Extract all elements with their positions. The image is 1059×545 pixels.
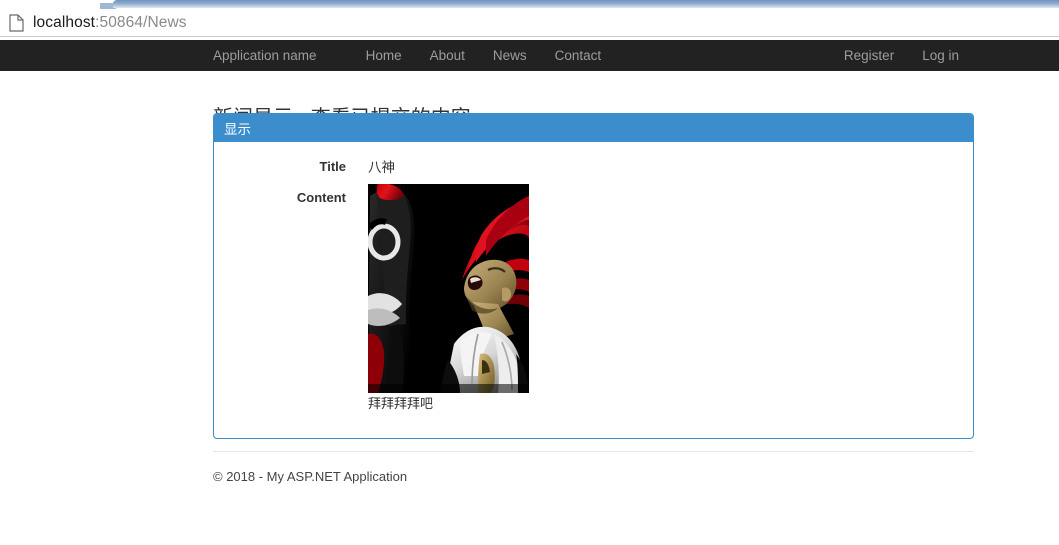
- page-document-icon: [9, 13, 24, 32]
- panel-heading-label: 显示: [224, 122, 251, 137]
- nav-link-news[interactable]: News: [479, 48, 541, 63]
- field-value-content: 拜拜拜拜吧: [346, 184, 529, 412]
- field-row-content: Content 拜拜拜拜吧: [214, 184, 973, 412]
- navbar-brand[interactable]: Application name: [213, 48, 332, 63]
- navbar-left-group: Application name Home About News Contact: [213, 40, 615, 71]
- nav-link-register[interactable]: Register: [830, 48, 908, 63]
- footer-divider: [213, 451, 974, 452]
- nav-link-home[interactable]: Home: [352, 48, 416, 63]
- browser-tab-strip: [0, 0, 1059, 9]
- panel-heading: 显示: [214, 114, 973, 142]
- nav-link-login[interactable]: Log in: [908, 48, 973, 63]
- address-bar-url[interactable]: localhost:50864/News: [33, 14, 187, 32]
- field-label-content: Content: [296, 190, 346, 205]
- browser-address-bar[interactable]: localhost:50864/News: [0, 9, 1059, 37]
- browser-tab-fill[interactable]: [113, 0, 1059, 8]
- footer-text: © 2018 - My ASP.NET Application: [213, 469, 408, 484]
- navbar-right-group: Register Log in: [830, 40, 973, 71]
- display-panel: 显示 Title 八神 Content 拜拜拜拜吧: [213, 113, 974, 439]
- news-image-caption: 拜拜拜拜吧: [368, 396, 434, 411]
- address-bar-path: :50864/News: [95, 13, 187, 31]
- address-bar-host: localhost: [33, 13, 96, 31]
- field-label-title: Title: [319, 159, 347, 174]
- nav-link-about[interactable]: About: [416, 48, 479, 63]
- field-row-title: Title 八神: [214, 156, 973, 176]
- panel-body: Title 八神 Content 拜拜拜拜吧: [214, 142, 973, 438]
- site-navbar: Application name Home About News Contact…: [0, 40, 1059, 71]
- field-value-title: 八神: [368, 160, 395, 175]
- news-content-image: [368, 184, 529, 393]
- nav-link-contact[interactable]: Contact: [541, 48, 616, 63]
